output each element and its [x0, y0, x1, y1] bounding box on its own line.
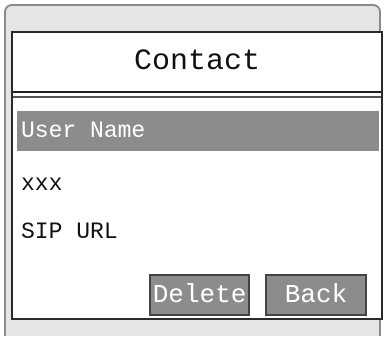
list-item-label: SIP URL — [21, 219, 118, 245]
title-divider — [13, 96, 381, 98]
phone-screen: Contact User Name xxx SIP URL Delete Bac… — [11, 31, 383, 320]
list-item-label: xxx — [21, 171, 63, 197]
back-button[interactable]: Back — [265, 274, 367, 316]
list-item-user-name[interactable]: User Name — [17, 111, 379, 151]
list-item-sip-url[interactable]: SIP URL — [17, 212, 379, 252]
list-item-label: User Name — [21, 118, 146, 144]
page-title: Contact — [13, 33, 381, 93]
list-item-user-value[interactable]: xxx — [17, 164, 379, 204]
delete-button[interactable]: Delete — [149, 274, 250, 316]
